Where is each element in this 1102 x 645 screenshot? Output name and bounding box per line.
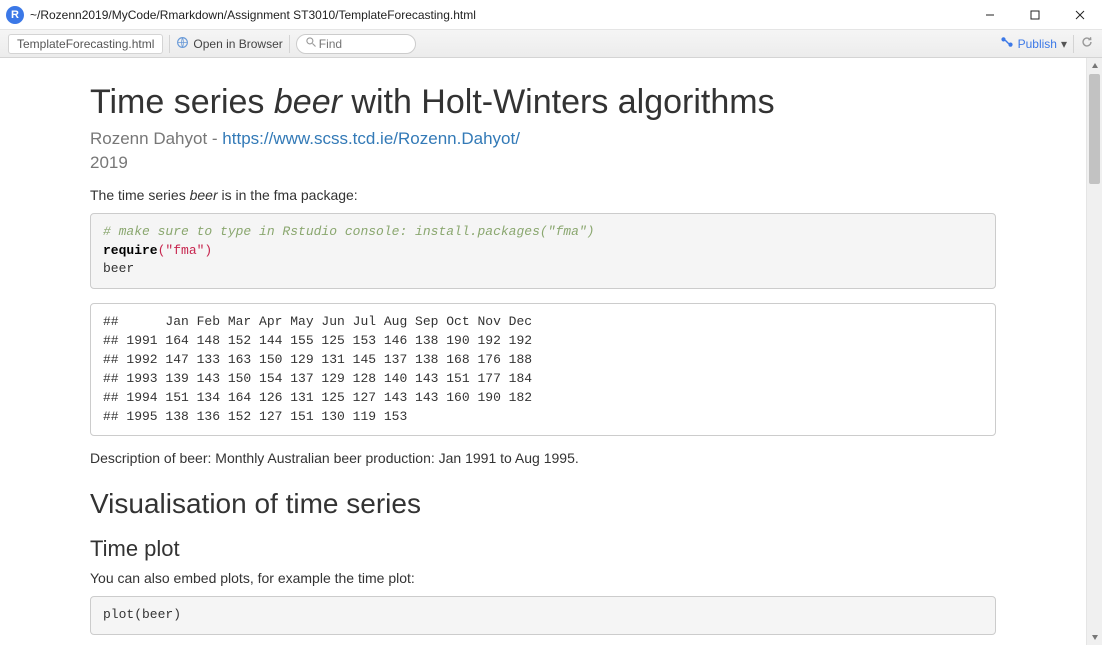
publish-icon — [1000, 35, 1014, 52]
date-line: 2019 — [90, 153, 996, 173]
r-code-block: plot(beer) — [90, 596, 996, 635]
r-code-block: # make sure to type in Rstudio console: … — [90, 213, 996, 290]
page-title: Time series beer with Holt-Winters algor… — [90, 82, 996, 123]
r-output-block: ## Jan Feb Mar Apr May Jun Jul Aug Sep O… — [90, 303, 996, 436]
title-text: with Holt-Winters algorithms — [342, 83, 775, 121]
file-tab[interactable]: TemplateForecasting.html — [8, 34, 163, 54]
window-controls — [967, 0, 1102, 30]
search-icon — [305, 36, 317, 51]
find-input[interactable] — [296, 34, 416, 54]
chevron-down-icon: ▾ — [1061, 37, 1067, 51]
intro-paragraph: The time series beer is in the fma packa… — [90, 187, 996, 203]
author-link[interactable]: https://www.scss.tcd.ie/Rozenn.Dahyot/ — [222, 129, 520, 148]
code-line: beer — [103, 261, 134, 276]
maximize-button[interactable] — [1012, 0, 1057, 30]
code-string: ("fma") — [158, 243, 213, 258]
publish-label: Publish — [1018, 37, 1057, 51]
viewer-toolbar: TemplateForecasting.html Open in Browser… — [0, 30, 1102, 58]
minimize-button[interactable] — [967, 0, 1012, 30]
author-name: Rozenn Dahyot - — [90, 129, 222, 148]
open-in-browser-label: Open in Browser — [193, 37, 282, 51]
text: is in the fma package: — [218, 187, 358, 203]
subsection-heading: Time plot — [90, 536, 996, 562]
code-comment: # make sure to type in Rstudio console: … — [103, 224, 594, 239]
section-heading: Visualisation of time series — [90, 488, 996, 520]
embed-paragraph: You can also embed plots, for example th… — [90, 570, 996, 586]
code-line: plot(beer) — [103, 607, 181, 622]
text-emphasis: beer — [190, 187, 218, 203]
separator — [289, 35, 290, 53]
rstudio-app-icon: R — [6, 6, 24, 24]
scroll-down-arrow[interactable] — [1087, 629, 1102, 645]
separator — [1073, 35, 1074, 53]
author-line: Rozenn Dahyot - https://www.scss.tcd.ie/… — [90, 129, 996, 149]
title-emphasis: beer — [274, 83, 342, 121]
title-text: Time series — [90, 83, 274, 121]
refresh-button[interactable] — [1080, 35, 1094, 52]
code-keyword: require — [103, 243, 158, 258]
vertical-scrollbar[interactable] — [1086, 58, 1102, 645]
description-paragraph: Description of beer: Monthly Australian … — [90, 450, 996, 466]
publish-button[interactable]: Publish ▾ — [1000, 35, 1067, 52]
browser-icon — [176, 36, 189, 52]
separator — [169, 35, 170, 53]
scroll-thumb[interactable] — [1089, 74, 1100, 184]
titlebar: R ~/Rozenn2019/MyCode/Rmarkdown/Assignme… — [0, 0, 1102, 30]
text: The time series — [90, 187, 190, 203]
window-title-path: ~/Rozenn2019/MyCode/Rmarkdown/Assignment… — [30, 8, 967, 22]
find-text-field[interactable] — [317, 36, 397, 52]
scroll-up-arrow[interactable] — [1087, 58, 1102, 74]
viewer-pane: Time series beer with Holt-Winters algor… — [0, 58, 1102, 645]
document-content[interactable]: Time series beer with Holt-Winters algor… — [0, 58, 1086, 645]
open-in-browser-button[interactable]: Open in Browser — [176, 36, 282, 52]
close-button[interactable] — [1057, 0, 1102, 30]
